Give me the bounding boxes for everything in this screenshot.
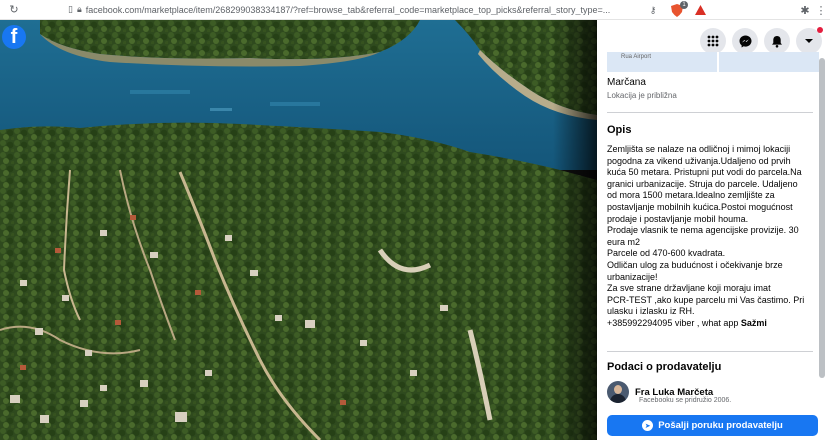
description-line: ulasku i izlasku iz RH. [607, 306, 695, 317]
avatar-body [610, 394, 626, 403]
description-line: urbanizacije! [607, 271, 658, 282]
map-label: Rua Airport [621, 54, 652, 60]
description-line: postavljanje mobilnih kućica.Postoi mogu… [607, 201, 793, 212]
seller-info[interactable]: Fra Luka Marčeta Facebooku se pridružio … [607, 381, 731, 404]
notifications-icon[interactable] [764, 28, 790, 54]
address-bar[interactable]: ▯ 🔒︎ facebook.com/marketplace/item/26829… [68, 4, 616, 15]
description-line: Za sve strane državljane koji moraju ima… [607, 283, 771, 294]
extension-icon[interactable] [693, 3, 707, 17]
description-line: prodaje i postavljanje mobil houma. [607, 213, 749, 224]
messenger-icon: ➤ [642, 420, 654, 431]
facebook-logo-icon[interactable]: f [2, 25, 26, 49]
description-line: Zemljišta se nalaze na odličnoj i mimoj … [607, 144, 791, 154]
divider [607, 351, 813, 352]
messenger-icon[interactable] [732, 28, 758, 54]
listing-photo[interactable]: f [0, 20, 597, 440]
contact-text: +385992294095 viber , what app [607, 317, 739, 328]
divider [607, 112, 813, 113]
location-map[interactable]: Rua Airport [607, 52, 819, 72]
see-less-link[interactable]: Sažmi [741, 318, 767, 328]
lock-icon[interactable]: 🔒︎ [77, 4, 82, 15]
menu-grid-icon[interactable] [700, 28, 726, 54]
description-line: +385992294095 viber , what app Sažmi [607, 318, 815, 330]
description-line: PCR-TEST ,ako kupe parcelu mi Vas častim… [607, 294, 805, 305]
seller-heading: Podaci o prodavatelju [607, 361, 722, 373]
description-line: Prodaje vlasnik te nema agencijske provi… [607, 225, 799, 236]
description-line: od mora 1500 metara.Idealno zemljište za [607, 190, 775, 201]
location-name: Marčana [607, 77, 646, 88]
seller-name[interactable]: Fra Luka Marčeta [635, 387, 713, 398]
description-line: granici urbanizacije. Struja do parcele.… [607, 178, 798, 189]
more-icon[interactable]: ⋮ [816, 3, 827, 17]
avatar-face [614, 385, 622, 394]
avatar[interactable] [607, 381, 629, 403]
header-icons [700, 27, 823, 54]
description-line: kuća 50 metara. Pristupni put vodi do pa… [607, 167, 802, 178]
message-seller-button[interactable]: ➤ Pošalji poruku prodavatelju [607, 415, 818, 436]
browser-toolbar: ↻ ▯ 🔒︎ facebook.com/marketplace/item/268… [0, 0, 830, 20]
url-text[interactable]: facebook.com/marketplace/item/2682990383… [86, 5, 611, 15]
notification-dot [817, 27, 823, 33]
map-road [717, 52, 719, 72]
message-seller-label: Pošalji poruku prodavatelju [658, 420, 783, 431]
notification-badge: 1 [680, 1, 688, 9]
location-note: Lokacija je približna [607, 91, 677, 100]
reload-icon[interactable]: ↻ [6, 2, 22, 18]
bookmark-icon[interactable]: ▯ [68, 4, 73, 15]
description-line: Parcele od 470-600 kvadrata. [607, 248, 726, 259]
seller-since: Facebooku se pridružio 2006. [639, 397, 732, 404]
description-line: Odličan ulog za budućnost i očekivanje b… [607, 259, 783, 270]
description-line: eura m2 [607, 236, 641, 247]
scrollbar[interactable] [819, 58, 825, 378]
account-dropdown-icon[interactable] [796, 27, 823, 54]
puzzle-icon[interactable]: ✱ [798, 3, 812, 17]
description-text: Zemljišta se nalaze na odličnoj i mimoj … [607, 144, 815, 330]
description-line: pogodna za vikend uživanja.Udaljeno od p… [607, 155, 791, 166]
description-heading: Opis [607, 124, 632, 136]
key-icon[interactable]: ⚷ [646, 3, 660, 17]
